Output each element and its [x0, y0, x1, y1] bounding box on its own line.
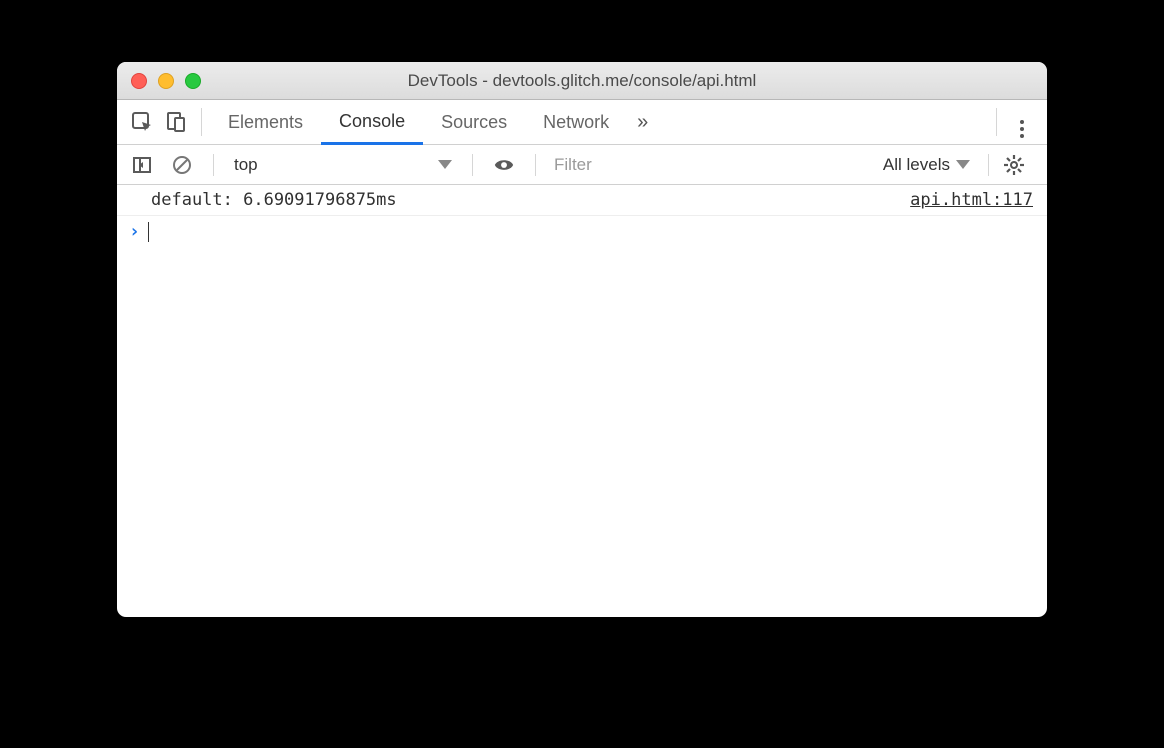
- text-cursor: [148, 222, 150, 242]
- main-tabbar: Elements Console Sources Network »: [117, 100, 1047, 145]
- chevron-down-icon: [956, 160, 970, 169]
- tab-console[interactable]: Console: [321, 100, 423, 145]
- close-window-button[interactable]: [131, 73, 147, 89]
- console-settings-button[interactable]: [1003, 154, 1039, 176]
- inspect-element-icon[interactable]: [125, 105, 159, 139]
- clear-console-icon[interactable]: [165, 148, 199, 182]
- separator: [996, 108, 997, 136]
- separator: [472, 154, 473, 176]
- execution-context-selector[interactable]: top: [228, 152, 458, 178]
- separator: [213, 154, 214, 176]
- separator: [535, 154, 536, 176]
- log-row: default: 6.69091796875ms api.html:117: [117, 185, 1047, 216]
- devtools-window: DevTools - devtools.glitch.me/console/ap…: [117, 62, 1047, 617]
- kebab-icon: [1020, 120, 1024, 138]
- device-toolbar-icon[interactable]: [159, 105, 193, 139]
- tab-elements[interactable]: Elements: [210, 100, 321, 145]
- window-titlebar: DevTools - devtools.glitch.me/console/ap…: [117, 62, 1047, 100]
- console-toolbar: top All levels: [117, 145, 1047, 185]
- log-message: default: 6.69091796875ms: [151, 190, 397, 210]
- chevron-down-icon: [438, 160, 452, 169]
- main-menu-button[interactable]: [1005, 106, 1039, 138]
- traffic-lights: [117, 73, 201, 89]
- minimize-window-button[interactable]: [158, 73, 174, 89]
- window-title: DevTools - devtools.glitch.me/console/ap…: [117, 71, 1047, 91]
- separator: [988, 154, 989, 176]
- tab-network[interactable]: Network: [525, 100, 627, 145]
- log-level-label: All levels: [883, 155, 950, 175]
- prompt-caret-icon: ›: [129, 221, 140, 242]
- chevron-double-right-icon: »: [637, 111, 648, 134]
- log-source-link[interactable]: api.html:117: [910, 190, 1033, 210]
- more-tabs-button[interactable]: »: [627, 111, 658, 134]
- gear-icon: [1003, 154, 1025, 176]
- tab-sources[interactable]: Sources: [423, 100, 525, 145]
- console-output: default: 6.69091796875ms api.html:117 ›: [117, 185, 1047, 617]
- log-level-selector[interactable]: All levels: [879, 155, 974, 175]
- live-expression-icon[interactable]: [487, 148, 521, 182]
- filter-input[interactable]: [550, 151, 740, 179]
- console-prompt[interactable]: ›: [117, 216, 1047, 247]
- toggle-console-sidebar-icon[interactable]: [125, 148, 159, 182]
- separator: [201, 108, 202, 136]
- execution-context-value: top: [234, 155, 258, 175]
- panel-tabs: Elements Console Sources Network: [210, 100, 627, 145]
- zoom-window-button[interactable]: [185, 73, 201, 89]
